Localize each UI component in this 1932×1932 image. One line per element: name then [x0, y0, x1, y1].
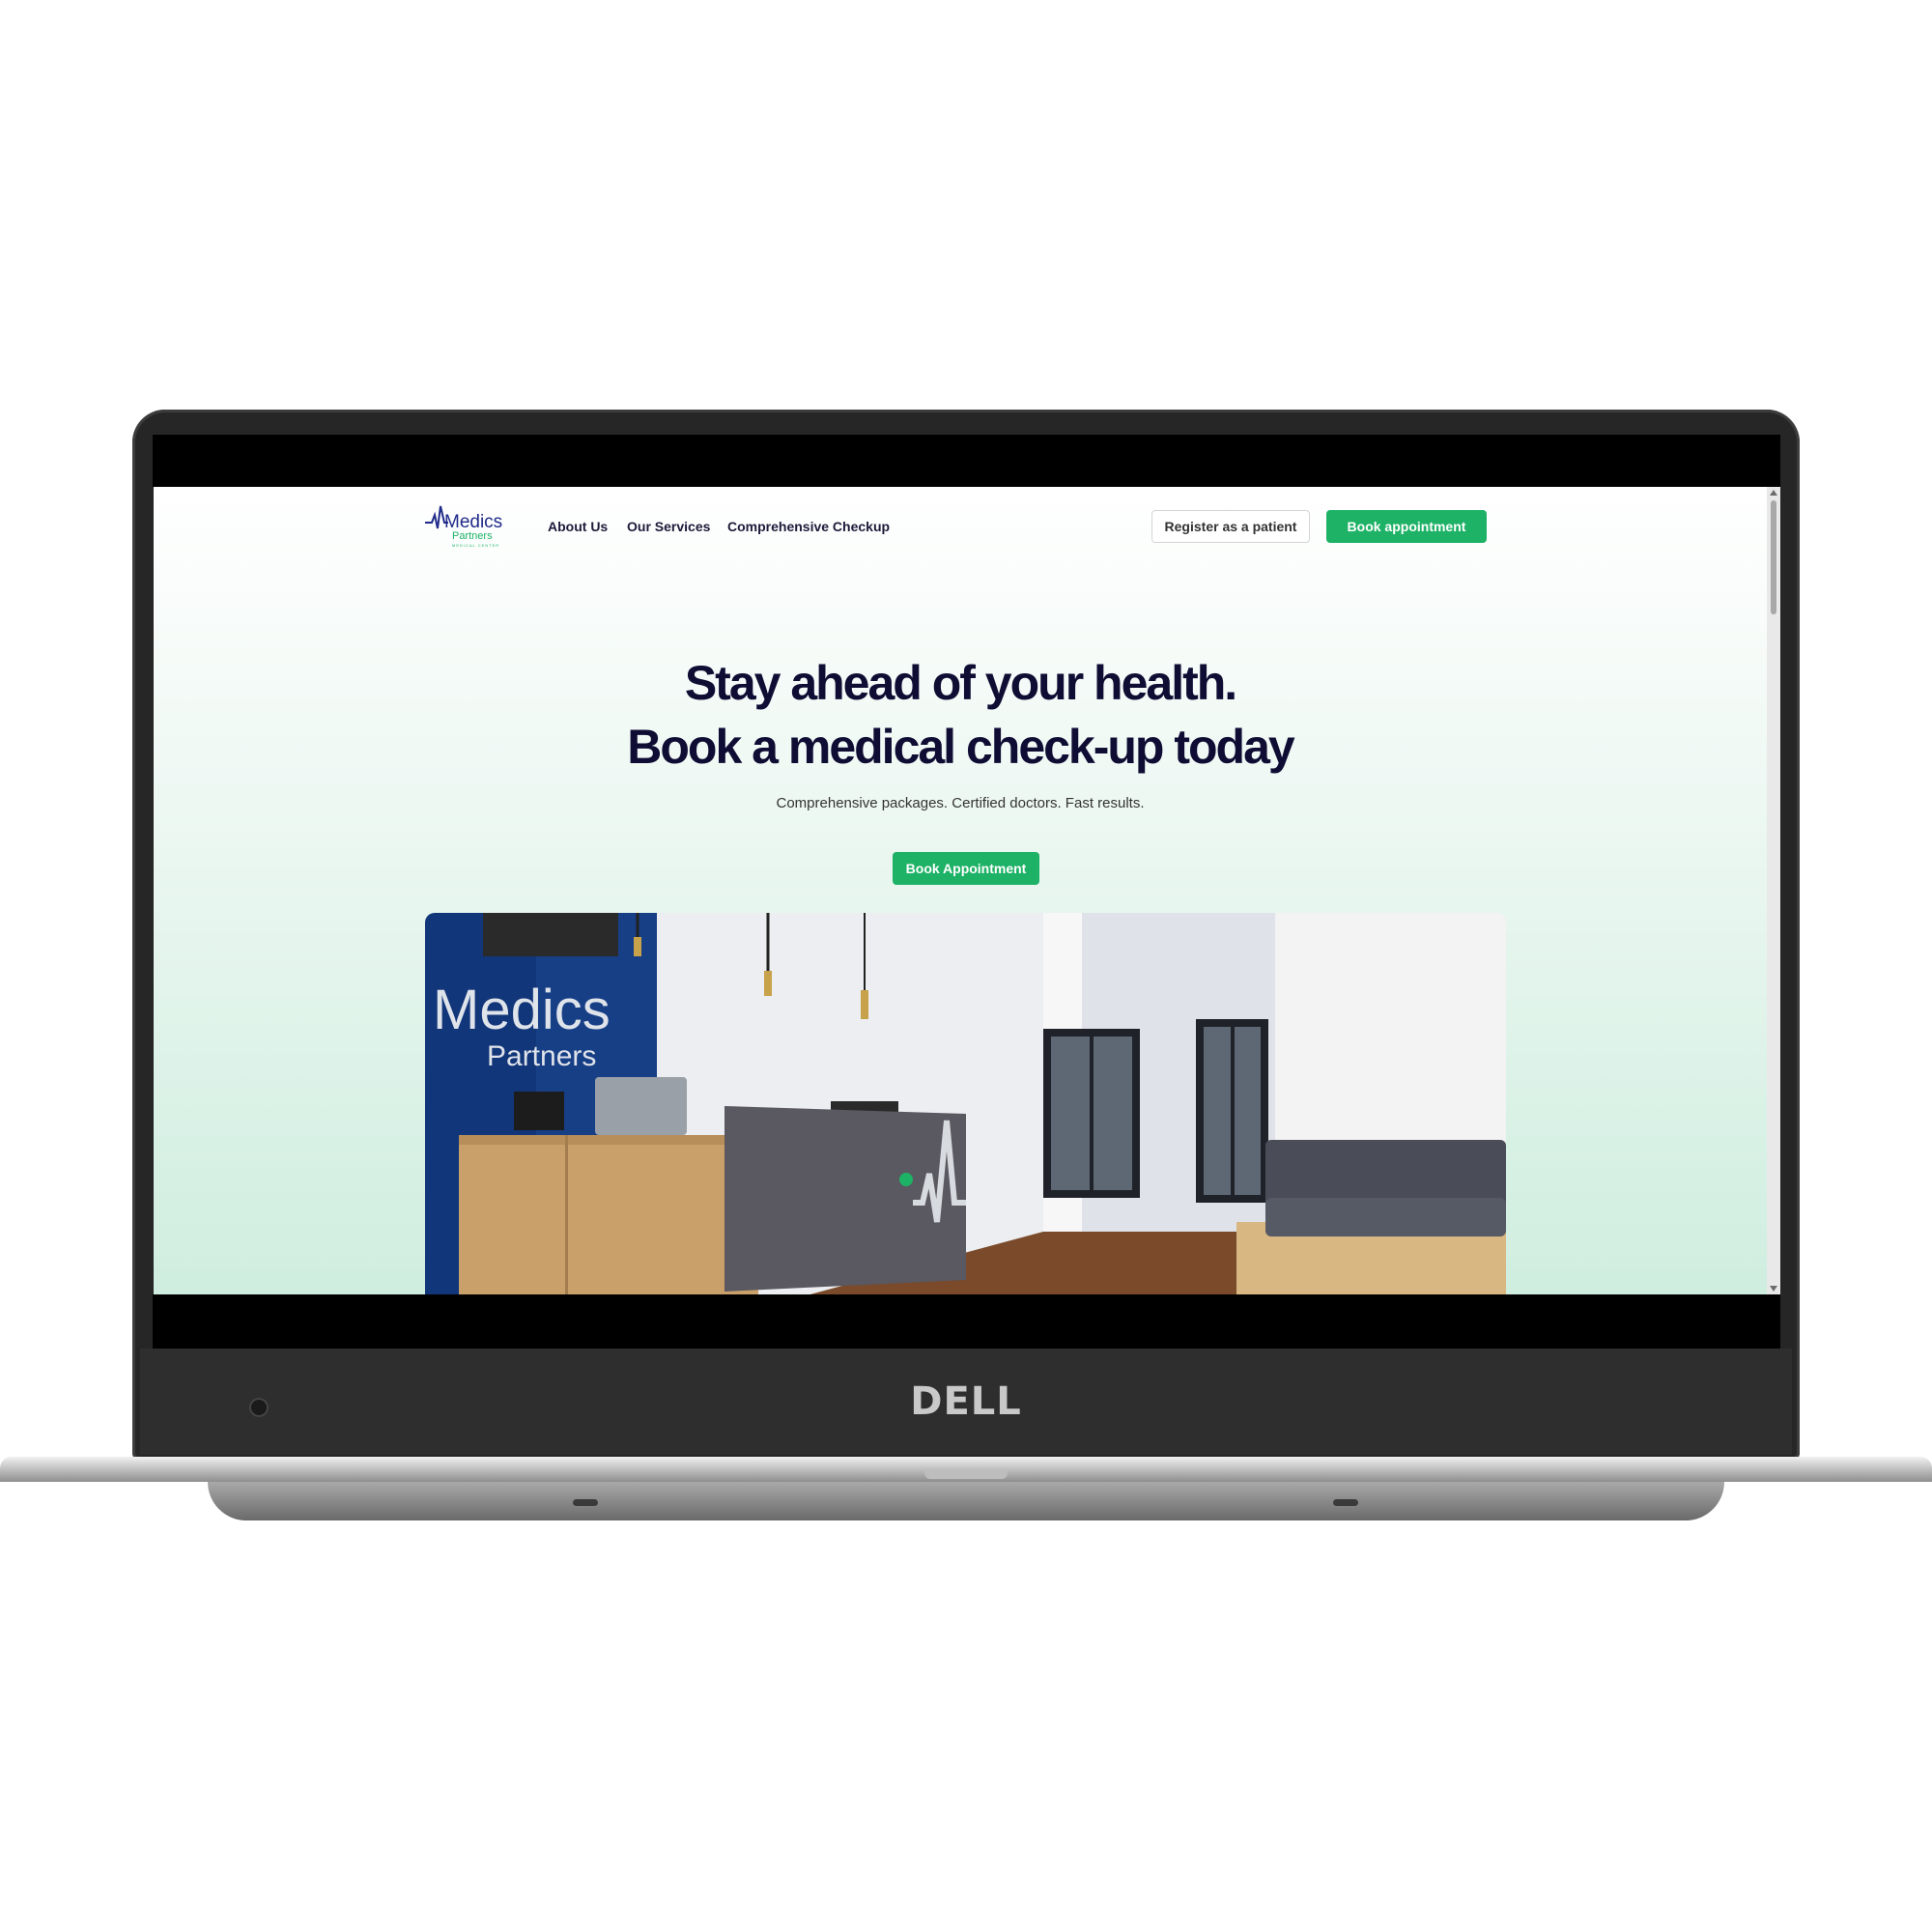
register-patient-button[interactable]: Register as a patient — [1151, 510, 1310, 543]
hero-subtitle: Comprehensive packages. Certified doctor… — [776, 795, 1145, 811]
scroll-up-icon[interactable] — [1770, 490, 1777, 496]
hero-title: Stay ahead of your health. Book a medica… — [154, 651, 1767, 779]
laptop-base-underside — [208, 1482, 1724, 1520]
laptop-lid-notch — [924, 1469, 1008, 1479]
screen-bezel-top — [153, 435, 1780, 487]
laptop-foot-right — [1333, 1499, 1358, 1506]
page-scrollbar[interactable] — [1767, 487, 1780, 1294]
browser-viewport: Medics Partners MEDICAL CENTER About Us … — [154, 487, 1780, 1294]
nav-link-comprehensive-checkup[interactable]: Comprehensive Checkup — [727, 519, 890, 534]
nav-link-about-us[interactable]: About Us — [548, 519, 608, 534]
laptop-foot-left — [573, 1499, 598, 1506]
scrollbar-thumb[interactable] — [1771, 500, 1776, 614]
webcam-icon — [249, 1398, 269, 1417]
book-appointment-header-button[interactable]: Book appointment — [1326, 510, 1487, 543]
logo-text-partners: Partners — [452, 530, 493, 542]
hero-title-line-1: Stay ahead of your health. — [684, 656, 1237, 710]
scroll-down-icon[interactable] — [1770, 1286, 1777, 1292]
hero-title-line-2: Book a medical check-up today — [627, 720, 1294, 774]
nav-link-our-services[interactable]: Our Services — [627, 519, 710, 534]
medics-partners-logo[interactable]: Medics Partners MEDICAL CENTER — [425, 504, 506, 551]
reception-photo: Medics Partners — [425, 913, 1506, 1294]
logo-text-tagline: MEDICAL CENTER — [452, 543, 499, 548]
book-appointment-hero-button[interactable]: Book Appointment — [893, 852, 1039, 885]
device-brand-logo: DELL — [910, 1379, 1022, 1424]
wall-sign-medics: Medics — [433, 979, 611, 1041]
screen-bezel-bottom — [153, 1294, 1780, 1349]
wall-sign-partners: Partners — [487, 1040, 596, 1072]
logo-text-medics: Medics — [444, 512, 502, 532]
